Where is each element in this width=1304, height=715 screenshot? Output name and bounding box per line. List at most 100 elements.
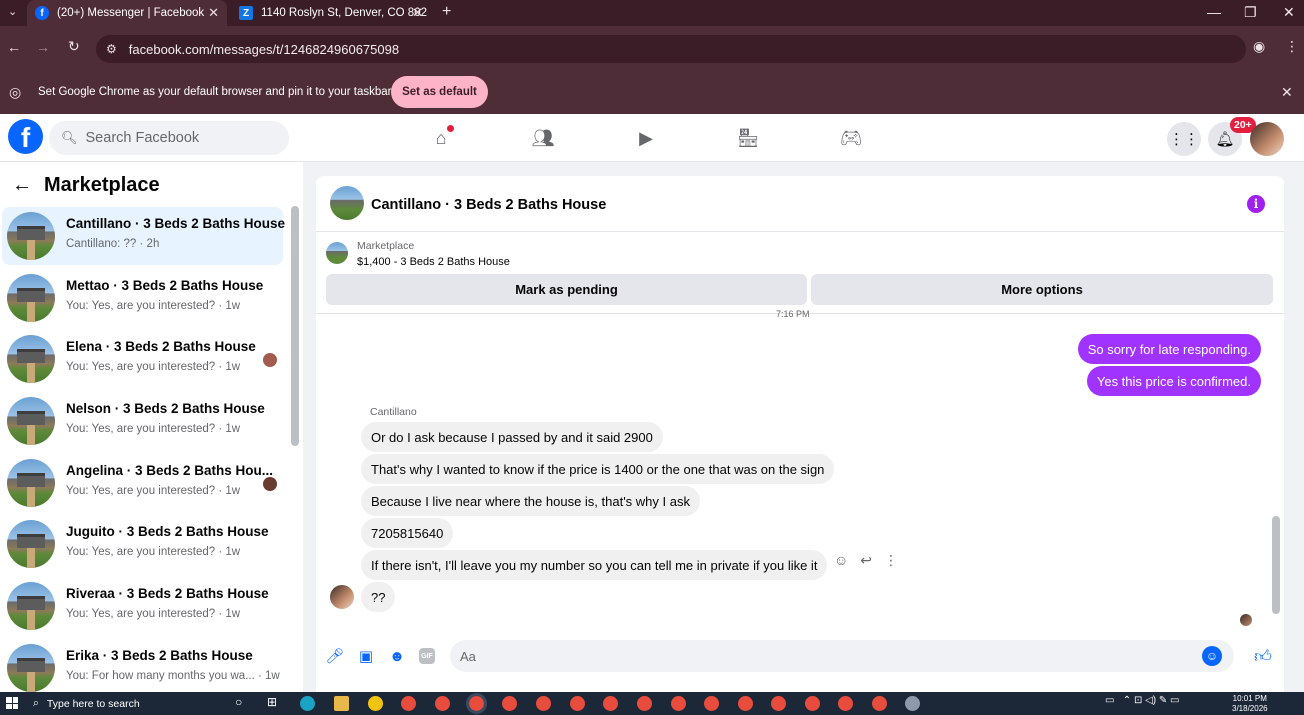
like-thumb-icon[interactable]: 👍︎ (1254, 647, 1272, 666)
chrome-app-icon[interactable] (570, 696, 585, 711)
sticker-icon[interactable]: ☻ (388, 647, 406, 665)
mark-as-pending-button[interactable]: Mark as pending (326, 274, 807, 305)
incoming-message[interactable]: That's why I wanted to know if the price… (361, 454, 835, 484)
chrome-menu-icon[interactable]: ⋮ (1285, 38, 1299, 55)
chrome-app-icon[interactable] (502, 696, 517, 711)
chrome-app-icon[interactable] (838, 696, 853, 711)
forward-icon[interactable]: → (36, 39, 50, 55)
edge-app-icon[interactable] (300, 696, 315, 711)
incoming-message[interactable]: 7205815640 (361, 518, 454, 548)
incoming-message[interactable]: Or do I ask because I passed by and it s… (361, 422, 663, 452)
minimize-icon[interactable]: — (1207, 4, 1221, 20)
close-tab-icon[interactable]: ✕ (412, 5, 423, 21)
account-avatar[interactable] (1250, 122, 1284, 156)
photo-icon[interactable]: ▣ (357, 647, 375, 665)
video-icon[interactable]: ▶ (634, 126, 658, 150)
message-thread-scrollbar[interactable] (1272, 516, 1280, 614)
incoming-message[interactable]: ?? (361, 582, 396, 612)
gaming-icon[interactable]: 🎮︎ (839, 126, 863, 150)
react-icon[interactable]: ☺ (834, 552, 848, 569)
file-explorer-icon[interactable] (334, 696, 349, 711)
app-icon[interactable] (368, 696, 383, 711)
chat-title[interactable]: Cantillano · 3 Beds 2 Baths House (371, 197, 606, 213)
conversation-item[interactable]: Erika · 3 Beds 2 Baths House You: For ho… (2, 639, 283, 692)
info-icon[interactable]: i (1247, 195, 1265, 213)
conversation-item[interactable]: Riveraa · 3 Beds 2 Baths House You: Yes,… (2, 577, 283, 635)
site-settings-icon[interactable]: ⚙ (106, 42, 117, 56)
conversation-list-scrollbar[interactable] (291, 206, 299, 446)
microphone-icon[interactable]: 🎤︎ (325, 647, 344, 665)
conversation-name: Riveraa · 3 Beds 2 Baths House (66, 586, 269, 601)
app-icon[interactable] (905, 696, 920, 711)
conversation-preview: You: Yes, are you interested? · 1w (66, 546, 241, 558)
outgoing-message[interactable]: So sorry for late responding. (1077, 334, 1261, 364)
conversation-item[interactable]: Juguito · 3 Beds 2 Baths House You: Yes,… (2, 515, 283, 573)
chrome-app-icon[interactable] (435, 696, 450, 711)
chrome-app-icon[interactable] (401, 696, 416, 711)
conversation-preview: You: Yes, are you interested? · 1w (66, 361, 241, 373)
friends-icon[interactable]: 👥︎ (531, 126, 555, 150)
profile-icon[interactable]: ◉ (1253, 38, 1265, 55)
message-thread: 7:16 PM So sorry for late responding. Ye… (316, 309, 1284, 631)
marketplace-listing-bar: Marketplace $1,400 - 3 Beds 2 Baths Hous… (316, 232, 1284, 314)
taskbar-search[interactable]: ⌕ Type here to search (33, 692, 140, 715)
chrome-app-icon[interactable] (704, 696, 719, 711)
menu-grid-icon[interactable]: ⋮⋮ (1167, 122, 1201, 156)
chrome-app-icon[interactable] (603, 696, 618, 711)
conversation-name: Erika · 3 Beds 2 Baths House (66, 648, 253, 663)
seen-avatar (263, 477, 277, 491)
emoji-icon[interactable]: ☺ (1202, 646, 1222, 666)
chat-avatar[interactable] (330, 186, 364, 220)
windows-start-icon[interactable] (6, 697, 18, 709)
sender-avatar[interactable] (330, 585, 354, 609)
conversation-item[interactable]: Angelina · 3 Beds 2 Baths Hou... You: Ye… (2, 454, 283, 512)
listing-price[interactable]: $1,400 - 3 Beds 2 Baths House (357, 256, 510, 268)
close-window-icon[interactable]: ✕ (1283, 4, 1295, 21)
reload-icon[interactable]: ↻ (68, 38, 80, 55)
chrome-app-icon[interactable] (637, 696, 652, 711)
facebook-logo-icon[interactable]: f (8, 119, 43, 154)
chrome-app-icon[interactable] (536, 696, 551, 711)
gif-icon[interactable]: GIF (419, 648, 435, 664)
back-icon[interactable]: ← (7, 39, 21, 55)
back-arrow-icon[interactable]: ← (12, 174, 32, 197)
outgoing-message[interactable]: Yes this price is confirmed. (1086, 366, 1261, 396)
taskbar-clock[interactable]: 10:01 PM 3/18/2026 (1232, 694, 1268, 714)
address-bar[interactable]: ⚙ facebook.com/messages/t/12468249606750… (96, 35, 1246, 63)
message-input[interactable]: Aa ☺ (450, 640, 1234, 672)
close-tab-icon[interactable]: ✕ (208, 5, 219, 21)
reply-icon[interactable]: ↩ (860, 552, 872, 569)
chrome-app-icon[interactable] (466, 693, 487, 714)
marketplace-icon[interactable]: 🏪︎ (736, 126, 760, 150)
chrome-app-icon[interactable] (805, 696, 820, 711)
listing-thumbnail (326, 242, 348, 264)
new-tab-button[interactable]: + (442, 3, 451, 21)
task-view-icon[interactable]: ○ (235, 695, 242, 709)
chrome-app-icon[interactable] (872, 696, 887, 711)
chrome-app-icon[interactable] (738, 696, 753, 711)
facebook-favicon-icon: f (35, 6, 49, 20)
chrome-app-icon[interactable] (671, 696, 686, 711)
more-options-button[interactable]: More options (811, 274, 1273, 305)
close-infobar-icon[interactable]: ✕ (1281, 84, 1293, 101)
incoming-message[interactable]: Because I live near where the house is, … (361, 486, 700, 516)
conversation-item[interactable]: Nelson · 3 Beds 2 Baths House You: Yes, … (2, 392, 283, 450)
time-divider: 7:16 PM (776, 309, 810, 319)
system-tray-icons[interactable]: ▭ ⌃ ⊡ ◁) ✎ ▭ (1105, 695, 1180, 706)
tab-search-chevron-icon[interactable]: ⌄ (8, 5, 17, 18)
conversation-item[interactable]: Mettao · 3 Beds 2 Baths House You: Yes, … (2, 269, 283, 327)
conversation-item[interactable]: Elena · 3 Beds 2 Baths House You: Yes, a… (2, 330, 283, 388)
chrome-app-icon[interactable] (771, 696, 786, 711)
tab-messenger[interactable]: f (20+) Messenger | Facebook ✕ (27, 0, 227, 26)
restore-icon[interactable]: ❐ (1244, 4, 1257, 21)
more-actions-icon[interactable]: ⋮ (884, 552, 898, 569)
set-as-default-button[interactable]: Set as default (391, 76, 488, 108)
task-manager-icon[interactable]: ⊞ (267, 695, 277, 709)
conversation-item[interactable]: Cantillano · 3 Beds 2 Baths House Cantil… (2, 207, 285, 265)
conversation-preview: You: Yes, are you interested? · 1w (66, 485, 241, 497)
search-input[interactable]: 🔍︎ Search Facebook (49, 121, 289, 155)
marketplace-conversations-panel: ← Marketplace Cantillano · 3 Beds 2 Bath… (0, 162, 303, 692)
incoming-message[interactable]: If there isn't, I'll leave you my number… (361, 550, 828, 580)
tab-zillow[interactable]: Z 1140 Roslyn St, Denver, CO 802 ✕ (231, 0, 431, 26)
conversation-preview: You: Yes, are you interested? · 1w (66, 423, 241, 435)
